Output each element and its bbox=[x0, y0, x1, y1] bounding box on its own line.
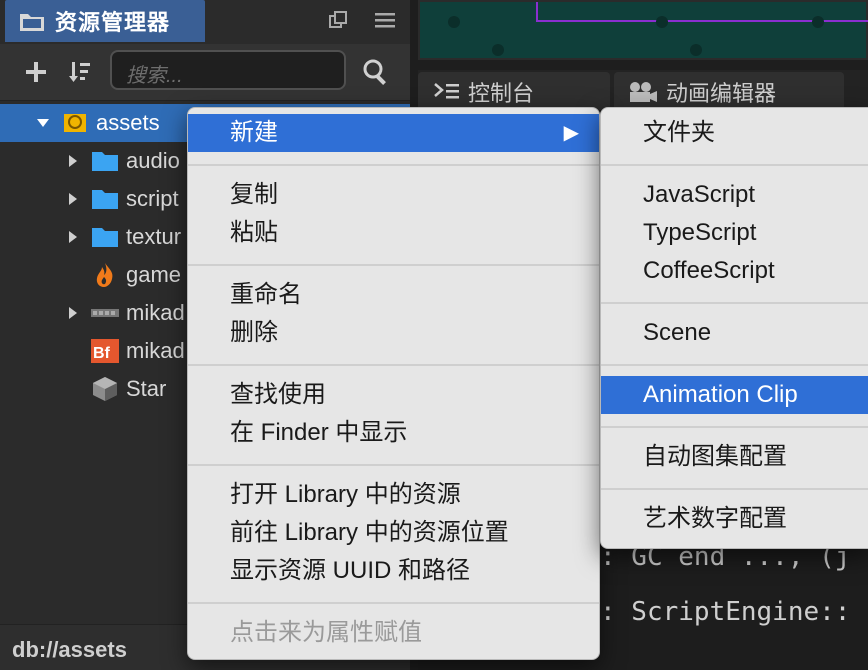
menu-separator bbox=[188, 164, 599, 166]
submenu-item-folder[interactable]: 文件夹 bbox=[601, 114, 868, 152]
sprite-atlas-icon bbox=[91, 309, 119, 317]
menu-item-paste[interactable]: 粘贴 bbox=[188, 214, 599, 252]
scene-view[interactable] bbox=[418, 0, 868, 60]
sort-icon[interactable] bbox=[68, 60, 92, 84]
menu-separator bbox=[601, 164, 868, 166]
tree-item-label: audio bbox=[126, 148, 180, 173]
assets-panel-tab[interactable]: 资源管理器 bbox=[5, 0, 205, 42]
tab-console[interactable]: 控制台 bbox=[418, 72, 610, 112]
menu-item-open-in-library[interactable]: 打开 Library 中的资源 bbox=[188, 476, 599, 514]
assets-panel-title: 资源管理器 bbox=[55, 10, 171, 35]
bitmap-font-icon: Bf bbox=[91, 339, 119, 363]
menu-icon[interactable] bbox=[374, 11, 396, 29]
context-menu: 新建 ▶ 复制 粘贴 重命名 删除 查找使用 在 Finder 中显示 打开 L… bbox=[187, 107, 600, 660]
tree-item-label: mikad bbox=[126, 300, 185, 325]
tab-console-label: 控制台 bbox=[468, 81, 535, 106]
submenu-item-javascript[interactable]: JavaScript bbox=[601, 176, 868, 214]
submenu-item-label-atlas[interactable]: 艺术数字配置 bbox=[601, 500, 868, 538]
folder-icon bbox=[92, 190, 118, 209]
menu-item-find-usage[interactable]: 查找使用 bbox=[188, 376, 599, 414]
folder-icon bbox=[92, 228, 118, 247]
grid-dot bbox=[656, 16, 668, 28]
search-icon[interactable] bbox=[362, 58, 390, 86]
assets-db-icon bbox=[64, 114, 86, 132]
grid-dot bbox=[492, 44, 504, 56]
fire-icon bbox=[96, 263, 113, 287]
submenu-arrow-icon: ▶ bbox=[563, 122, 579, 144]
submenu-item-typescript[interactable]: TypeScript bbox=[601, 214, 868, 252]
menu-item-delete[interactable]: 删除 bbox=[188, 314, 599, 352]
tree-item-label: Star bbox=[126, 376, 167, 401]
assets-panel-icon bbox=[20, 14, 44, 31]
tab-animation-label: 动画编辑器 bbox=[666, 81, 777, 106]
menu-item-rename[interactable]: 重命名 bbox=[188, 276, 599, 314]
menu-separator bbox=[188, 264, 599, 266]
submenu-item-auto-atlas[interactable]: 自动图集配置 bbox=[601, 438, 868, 476]
grid-dot bbox=[690, 44, 702, 56]
menu-item-assign-property: 点击来为属性赋值 bbox=[230, 619, 422, 646]
chevron-down-icon[interactable] bbox=[36, 116, 50, 130]
add-icon[interactable] bbox=[24, 60, 48, 84]
tree-item-label: game bbox=[126, 262, 182, 287]
submenu-item-scene[interactable]: Scene bbox=[601, 314, 868, 352]
menu-item-copy[interactable]: 复制 bbox=[188, 176, 599, 214]
new-submenu: 文件夹 JavaScript TypeScript CoffeeScript S… bbox=[600, 107, 868, 549]
menu-separator bbox=[601, 364, 868, 366]
menu-item-reveal-in-finder[interactable]: 在 Finder 中显示 bbox=[188, 414, 599, 452]
menu-separator bbox=[601, 302, 868, 304]
tree-item-label: textur bbox=[126, 224, 182, 249]
tree-item-label: script bbox=[126, 186, 179, 211]
tab-animation-editor[interactable]: 动画编辑器 bbox=[614, 72, 844, 112]
panel-controls bbox=[328, 10, 396, 30]
chevron-right-icon[interactable] bbox=[66, 154, 80, 168]
menu-item-new[interactable]: 新建 ▶ bbox=[188, 114, 599, 152]
tree-item-label: mikad bbox=[126, 338, 185, 363]
chevron-right-icon[interactable] bbox=[66, 230, 80, 244]
grid-dot bbox=[812, 16, 824, 28]
menu-item-label: 新建 bbox=[230, 119, 278, 146]
console-icon bbox=[434, 83, 459, 99]
chevron-right-icon[interactable] bbox=[66, 306, 80, 320]
assets-toolbar: 搜索... bbox=[0, 44, 410, 101]
search-input[interactable]: 搜索... bbox=[110, 50, 346, 90]
menu-item-goto-library[interactable]: 前往 Library 中的资源位置 bbox=[188, 514, 599, 552]
menu-separator bbox=[601, 488, 868, 490]
tree-item-label: assets bbox=[96, 110, 160, 135]
submenu-item-coffeescript[interactable]: CoffeeScript bbox=[601, 252, 868, 290]
svg-text:Bf: Bf bbox=[93, 345, 111, 362]
menu-separator bbox=[188, 464, 599, 466]
chevron-right-icon[interactable] bbox=[66, 192, 80, 206]
console-line: : ScriptEngine:: bbox=[600, 597, 851, 627]
grid-dot bbox=[448, 16, 460, 28]
popout-icon[interactable] bbox=[328, 10, 348, 30]
menu-separator bbox=[188, 602, 599, 604]
menu-item-show-uuid[interactable]: 显示资源 UUID 和路径 bbox=[188, 552, 599, 590]
dock-tab-bar: 控制台 动画编辑器 bbox=[418, 70, 868, 112]
cube-icon bbox=[93, 377, 117, 401]
folder-icon bbox=[92, 152, 118, 171]
animation-icon bbox=[630, 82, 657, 102]
menu-separator bbox=[601, 426, 868, 428]
submenu-item-animation-clip[interactable]: Animation Clip bbox=[601, 376, 868, 414]
menu-separator bbox=[188, 364, 599, 366]
